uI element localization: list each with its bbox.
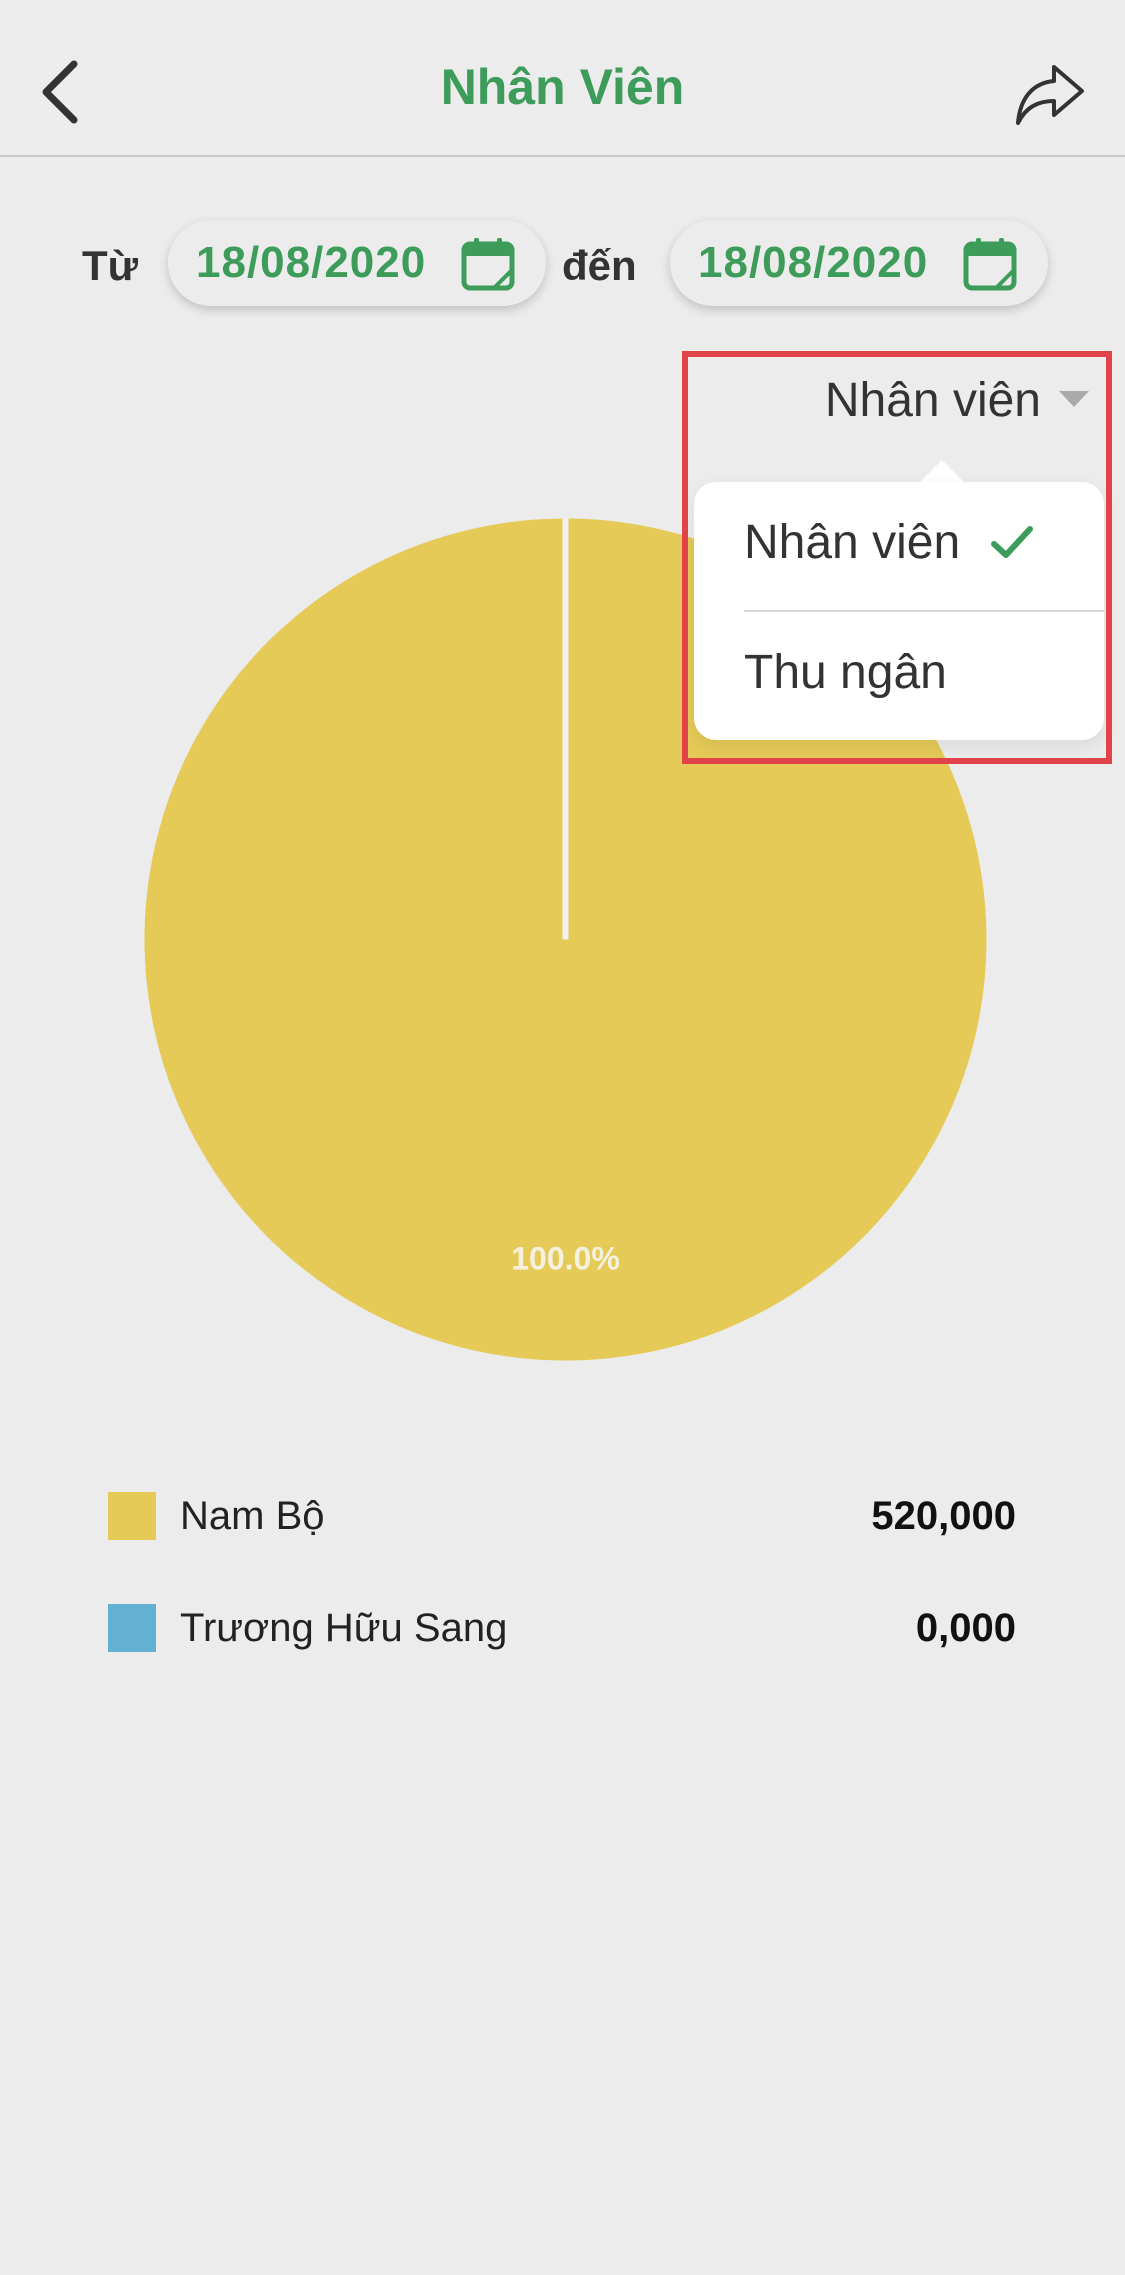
menu-item-label: Nhân viên — [744, 515, 961, 569]
legend-name: Trương Hữu Sang — [180, 1605, 508, 1650]
dropdown-menu: Nhân viên Thu ngân — [694, 482, 1104, 740]
employee-type-dropdown[interactable]: Nhân viên — [825, 365, 1089, 435]
legend-swatch — [108, 1604, 156, 1652]
calendar-icon — [461, 238, 515, 291]
legend-item: Nam Bộ 520,000 — [108, 1460, 1016, 1572]
legend-value: 0,000 — [915, 1605, 1016, 1650]
to-date-value: 18/08/2020 — [698, 238, 929, 287]
legend-name: Nam Bộ — [180, 1493, 325, 1538]
to-date-picker[interactable]: 18/08/2020 — [670, 220, 1048, 306]
calendar-icon — [963, 238, 1017, 291]
chart-legend: Nam Bộ 520,000 Trương Hữu Sang 0,000 — [108, 1460, 1016, 1684]
share-icon — [1016, 65, 1084, 125]
legend-value: 520,000 — [871, 1493, 1016, 1538]
from-date-value: 18/08/2020 — [196, 238, 427, 287]
page-title: Nhân Viên — [440, 59, 685, 115]
legend-item: Trương Hữu Sang 0,000 — [108, 1572, 1016, 1684]
share-button[interactable] — [1005, 50, 1095, 140]
menu-item-nhan-vien[interactable]: Nhân viên — [744, 482, 1104, 602]
from-label: Từ — [82, 242, 139, 289]
caret-down-icon — [1059, 391, 1089, 407]
from-date-picker[interactable]: 18/08/2020 — [168, 220, 546, 306]
legend-swatch — [108, 1492, 156, 1540]
to-label: đến — [562, 242, 637, 289]
nav-header: Nhân Viên — [0, 0, 1125, 157]
menu-item-label: Thu ngân — [744, 645, 947, 699]
checkmark-icon — [991, 526, 1034, 558]
menu-item-thu-ngan[interactable]: Thu ngân — [744, 612, 1104, 732]
popover-arrow — [918, 460, 966, 484]
date-range-row: Từ 18/08/2020 đến 18/08/2020 — [0, 220, 1125, 308]
pie-data-label: 100.0% — [511, 1241, 620, 1277]
dropdown-selected-label: Nhân viên — [824, 373, 1041, 427]
